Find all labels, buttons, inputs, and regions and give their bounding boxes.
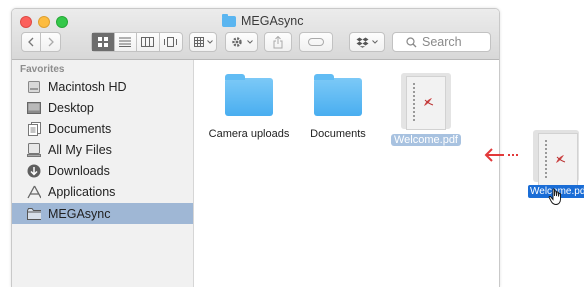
all-files-icon — [27, 142, 41, 157]
share-icon — [273, 35, 283, 48]
desktop-icon — [27, 101, 41, 115]
column-view-button[interactable] — [137, 33, 160, 51]
gear-icon — [231, 37, 242, 47]
sidebar-item-label: Documents — [48, 121, 112, 136]
title-bar: MEGAsync Search — [12, 9, 499, 60]
search-placeholder: Search — [422, 35, 462, 49]
pdf-icon — [538, 133, 578, 187]
grid-icon — [193, 37, 204, 47]
column-view-icon — [141, 37, 155, 47]
documents-icon — [27, 121, 41, 136]
downloads-icon — [27, 164, 41, 178]
list-view-icon — [119, 37, 132, 47]
dropbox-icon — [356, 37, 369, 48]
sidebar-item-label: Applications — [48, 184, 116, 199]
file-name: Camera uploads — [208, 128, 290, 140]
dropbox-button[interactable] — [349, 32, 385, 52]
search-icon — [406, 36, 417, 47]
maximize-button[interactable] — [56, 16, 68, 28]
sidebar-item-downloads[interactable]: Downloads — [12, 160, 193, 181]
sidebar-item-label: All My Files — [48, 142, 112, 157]
search-field[interactable]: Search — [392, 32, 491, 52]
file-item-camera-uploads[interactable]: Camera uploads — [204, 73, 294, 140]
sidebar-item-applications[interactable]: Applications — [12, 181, 193, 202]
sidebar-item-label: Macintosh HD — [48, 79, 127, 94]
tags-button[interactable] — [299, 32, 333, 52]
cover-flow-icon — [164, 37, 178, 47]
file-item-documents[interactable]: Documents — [293, 73, 383, 140]
forward-button[interactable] — [41, 33, 60, 51]
folder-icon — [225, 74, 273, 116]
hand-cursor-icon — [548, 188, 561, 205]
harddrive-icon — [27, 80, 41, 94]
file-name: Documents — [310, 128, 366, 140]
chevron-down-icon — [246, 40, 253, 44]
list-view-button[interactable] — [115, 33, 137, 51]
arrow-left-icon — [484, 148, 518, 162]
folder-icon — [314, 74, 362, 116]
file-browser: Camera uploads Documents Welcome.pdf — [194, 60, 499, 287]
icon-view-icon — [97, 37, 108, 47]
icon-view-button[interactable] — [92, 33, 115, 51]
file-name: Welcome.pdf — [391, 134, 461, 146]
arrange-button[interactable] — [189, 32, 217, 52]
view-mode-control — [91, 32, 183, 52]
share-button[interactable] — [264, 32, 292, 52]
cover-flow-button[interactable] — [160, 33, 182, 51]
back-button[interactable] — [22, 33, 42, 51]
sidebar-heading: Favorites — [20, 64, 65, 75]
folder-icon — [27, 207, 41, 221]
sidebar-item-megasync[interactable]: MEGAsync — [12, 203, 193, 224]
file-item-welcome-pdf[interactable]: Welcome.pdf — [381, 76, 471, 146]
sidebar-item-all-my-files[interactable]: All My Files — [12, 139, 193, 160]
nav-buttons — [21, 32, 61, 52]
window-title: MEGAsync — [222, 13, 304, 29]
folder-icon — [222, 13, 236, 27]
tag-icon — [308, 38, 324, 46]
finder-window: MEGAsync Search Favorites Macintosh HD D… — [11, 8, 500, 287]
close-button[interactable] — [20, 16, 32, 28]
chevron-down-icon — [206, 40, 213, 44]
minimize-button[interactable] — [38, 16, 50, 28]
chevron-down-icon — [372, 40, 378, 44]
sidebar-item-desktop[interactable]: Desktop — [12, 97, 193, 118]
sidebar: Favorites Macintosh HD Desktop Documents… — [12, 60, 194, 287]
chevron-left-icon — [28, 37, 34, 47]
sidebar-item-label: Desktop — [48, 100, 94, 115]
window-title-text: MEGAsync — [241, 14, 304, 28]
sidebar-item-documents[interactable]: Documents — [12, 118, 193, 139]
sidebar-item-macintosh-hd[interactable]: Macintosh HD — [12, 76, 193, 97]
action-button[interactable] — [225, 32, 258, 52]
sidebar-item-label: Downloads — [48, 163, 110, 178]
chevron-right-icon — [48, 37, 54, 47]
sidebar-item-label: MEGAsync — [48, 206, 111, 221]
pdf-icon — [406, 76, 446, 130]
applications-icon — [27, 185, 41, 199]
